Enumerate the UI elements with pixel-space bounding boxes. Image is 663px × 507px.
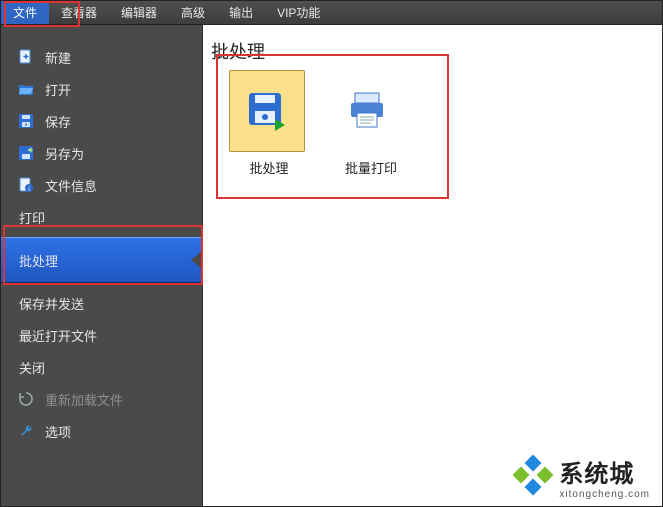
menu-label: 高级: [181, 4, 205, 21]
side-new[interactable]: 新建: [1, 41, 202, 73]
sidebar-item-label: 关闭: [19, 358, 45, 377]
wrench-icon: [17, 422, 35, 440]
tile-batchprint[interactable]: 批量打印: [331, 70, 411, 177]
sidebar-item-label: 批处理: [19, 251, 58, 270]
sidebar-item-label: 保存并发送: [19, 294, 84, 313]
menu-label: 输出: [229, 4, 253, 21]
menu-label: 查看器: [61, 4, 97, 21]
side-open[interactable]: 打开: [1, 73, 202, 105]
tile-label: 批处理: [229, 158, 309, 177]
sidebar-item-label: 重新加载文件: [45, 390, 123, 409]
watermark-text: 系统城 xitongcheng.com: [559, 454, 650, 500]
watermark-logo-icon: [509, 455, 553, 499]
watermark-url: xitongcheng.com: [559, 489, 650, 500]
menu-viewer[interactable]: 查看器: [49, 1, 109, 24]
tile-group: 批处理 批量打印: [229, 70, 411, 177]
folder-open-icon: [17, 80, 35, 98]
tile-batch[interactable]: 批处理: [229, 70, 309, 177]
batch-save-icon: [229, 70, 305, 152]
side-saveas[interactable]: 另存为: [1, 137, 202, 169]
menu-label: VIP功能: [277, 4, 320, 21]
watermark: 系统城 xitongcheng.com: [509, 454, 650, 500]
page-title: 批处理: [211, 38, 265, 64]
side-recent[interactable]: 最近打开文件: [1, 319, 202, 351]
tile-label: 批量打印: [331, 158, 411, 177]
sidebar-item-label: 文件信息: [45, 176, 97, 195]
menu-file[interactable]: 文件: [1, 1, 49, 24]
menu-label: 编辑器: [121, 4, 157, 21]
main-panel: 批处理 批处理: [203, 25, 662, 506]
menu-label: 文件: [13, 4, 37, 21]
menu-editor[interactable]: 编辑器: [109, 1, 169, 24]
file-plus-icon: [17, 48, 35, 66]
sidebar-item-label: 保存: [45, 112, 71, 131]
side-print[interactable]: 打印: [1, 201, 202, 233]
menubar: 文件 查看器 编辑器 高级 输出 VIP功能: [1, 1, 662, 25]
side-save[interactable]: 保存: [1, 105, 202, 137]
menu-advanced[interactable]: 高级: [169, 1, 217, 24]
menu-vip[interactable]: VIP功能: [265, 1, 332, 24]
side-close[interactable]: 关闭: [1, 351, 202, 383]
sidebar-item-label: 另存为: [45, 144, 84, 163]
info-icon: i: [17, 176, 35, 194]
side-options[interactable]: 选项: [1, 415, 202, 447]
sidebar-item-label: 打开: [45, 80, 71, 99]
side-savesend[interactable]: 保存并发送: [1, 287, 202, 319]
side-reload[interactable]: 重新加载文件: [1, 383, 202, 415]
save-icon: [17, 112, 35, 130]
side-batch[interactable]: 批处理: [1, 237, 202, 283]
sidebar-item-label: 最近打开文件: [19, 326, 97, 345]
watermark-title: 系统城: [559, 454, 650, 489]
side-fileinfo[interactable]: i 文件信息: [1, 169, 202, 201]
sidebar-item-label: 打印: [19, 208, 45, 227]
reload-icon: [17, 390, 35, 408]
sidebar-item-label: 新建: [45, 48, 71, 67]
sidebar-item-label: 选项: [45, 422, 71, 441]
app-window: 文件 查看器 编辑器 高级 输出 VIP功能 新建 打开: [0, 0, 663, 507]
batch-print-icon: [331, 70, 407, 152]
sidebar: 新建 打开 保存 另存为: [1, 25, 203, 506]
saveas-icon: [17, 144, 35, 162]
svg-text:i: i: [28, 187, 29, 193]
menu-output[interactable]: 输出: [217, 1, 265, 24]
sidebar-list: 新建 打开 保存 另存为: [1, 25, 202, 447]
